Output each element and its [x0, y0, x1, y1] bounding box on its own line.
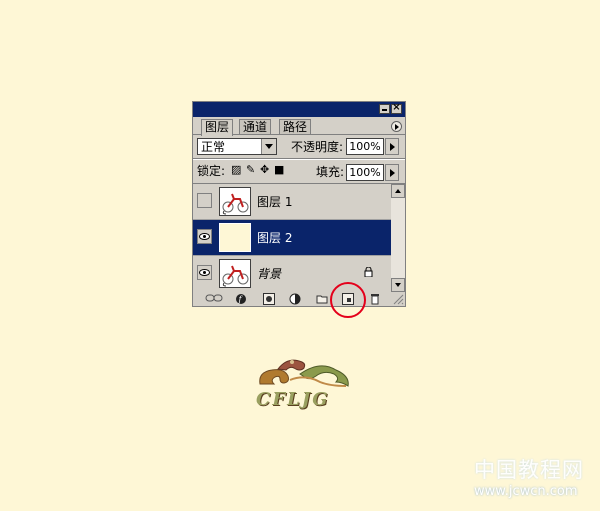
folder-icon[interactable] — [316, 293, 328, 305]
visibility-toggle[interactable] — [197, 229, 212, 244]
opacity-label: 不透明度: — [291, 140, 344, 154]
layer-name[interactable]: 图层 1 — [257, 194, 292, 210]
layer-thumbnail — [219, 223, 251, 252]
watermark-url: www.jcwcn.com — [474, 484, 578, 499]
visibility-toggle[interactable] — [197, 265, 212, 280]
blend-mode-value: 正常 — [201, 140, 226, 154]
fill-input[interactable]: 100% — [346, 164, 384, 181]
new-layer-highlight-circle — [330, 282, 366, 318]
layer-mask-icon[interactable] — [263, 293, 275, 305]
lock-options: ▨ ✎ ✥ ■ — [229, 163, 289, 177]
lock-icon — [364, 266, 373, 280]
chevron-down-icon — [261, 139, 276, 154]
scroll-up-icon[interactable] — [391, 184, 405, 198]
minimize-button[interactable] — [379, 104, 390, 114]
blend-mode-select[interactable]: 正常 — [197, 138, 277, 155]
panel-titlebar[interactable]: × — [193, 102, 405, 117]
divider — [193, 159, 405, 160]
visibility-toggle-empty[interactable] — [197, 193, 212, 208]
scroll-down-icon[interactable] — [391, 278, 405, 292]
layer-name[interactable]: 背景 — [257, 266, 281, 282]
layer-row-1[interactable]: 图层 1 — [193, 184, 391, 220]
lock-transparency-icon[interactable]: ▨ — [231, 163, 241, 176]
opacity-input[interactable]: 100% — [346, 138, 384, 155]
layer-thumbnail — [219, 187, 251, 216]
lock-move-icon[interactable]: ✥ — [260, 163, 269, 176]
watermark-site-name: 中国教程网 — [474, 458, 584, 482]
panel-menu-icon[interactable] — [391, 121, 402, 132]
close-icon: × — [392, 102, 401, 113]
layer-row-background[interactable]: 背景 — [193, 256, 391, 292]
lock-brush-icon[interactable]: ✎ — [246, 163, 255, 176]
fill-label: 填充: — [316, 165, 345, 179]
layer-name[interactable]: 图层 2 — [257, 230, 292, 246]
resize-grip-icon[interactable] — [392, 293, 404, 305]
layer-row-2[interactable]: 图层 2 — [193, 220, 391, 256]
tab-layers[interactable]: 图层 — [201, 119, 234, 136]
bicycle-thumbnail-icon — [222, 193, 249, 215]
layers-panel: × 图层 通道 路径 正常 不透明度: 100% 锁定: ▨ ✎ ✥ ■ 填充:… — [192, 101, 406, 307]
eye-icon — [199, 269, 210, 276]
layers-list: 图层 1 图层 2 背景 — [193, 184, 391, 292]
opacity-slider-arrow-icon[interactable] — [385, 138, 399, 155]
adjustment-layer-icon[interactable] — [289, 293, 301, 305]
link-layers-icon[interactable] — [205, 293, 223, 305]
tab-channels[interactable]: 通道 — [239, 119, 272, 134]
eye-icon — [199, 233, 210, 240]
lock-label: 锁定: — [197, 164, 226, 178]
layer-style-icon[interactable]: f — [235, 293, 247, 305]
layers-toolbar: f — [193, 292, 405, 306]
close-button[interactable]: × — [391, 102, 402, 114]
panel-tabs: 图层 通道 路径 — [193, 118, 405, 136]
bicycle-thumbnail-icon — [222, 265, 249, 287]
layers-scrollbar[interactable] — [391, 184, 405, 292]
trash-icon[interactable] — [369, 293, 381, 305]
layer-thumbnail — [219, 259, 251, 288]
fill-slider-arrow-icon[interactable] — [385, 164, 399, 181]
lock-all-icon[interactable]: ■ — [274, 163, 284, 176]
logo-text: CFLJG — [256, 389, 330, 410]
tab-paths[interactable]: 路径 — [279, 119, 312, 134]
